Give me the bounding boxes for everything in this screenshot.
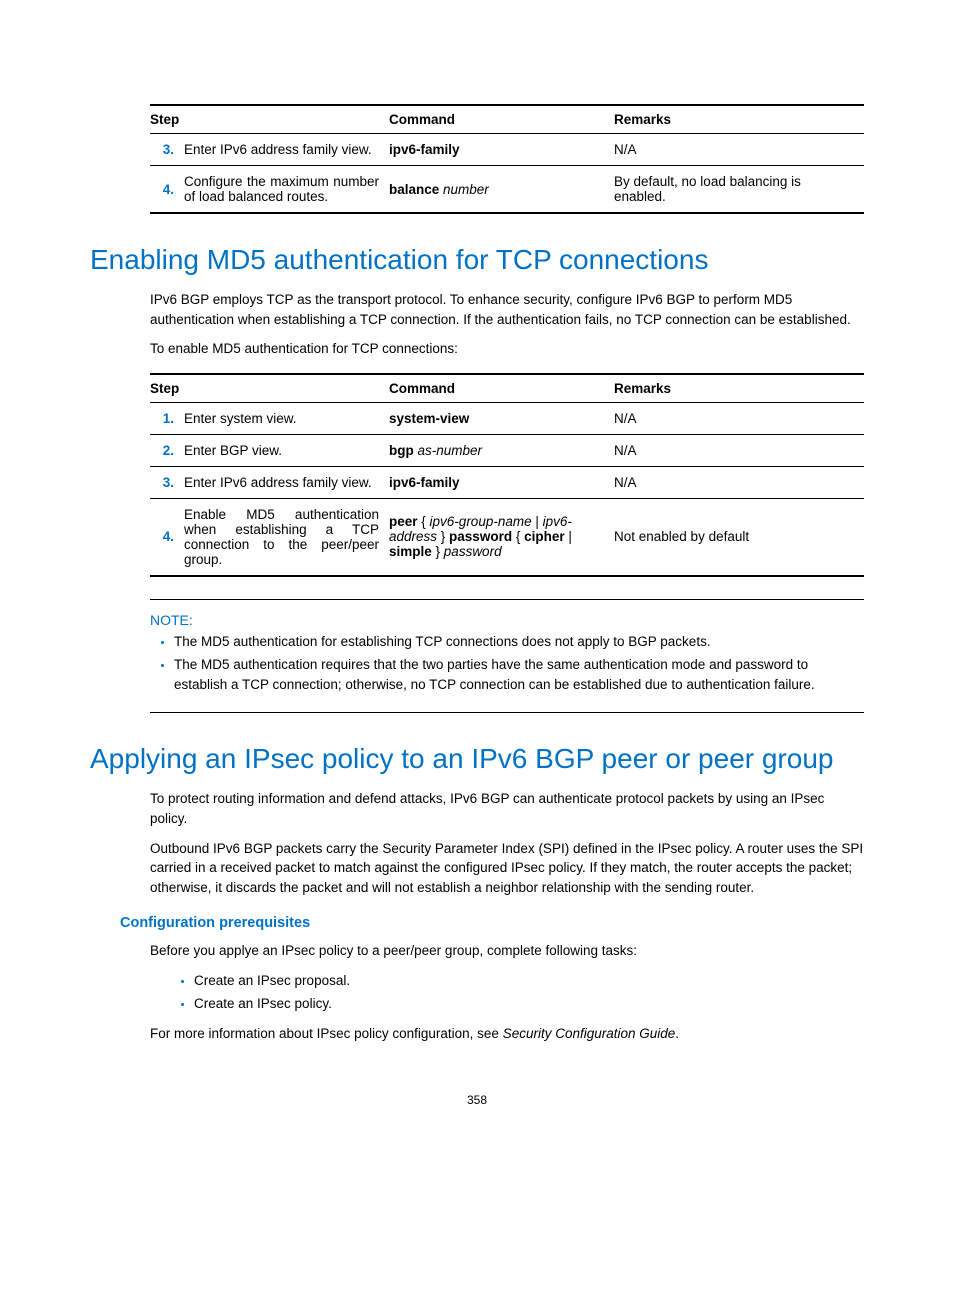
step-command: bgp as-number (389, 434, 614, 466)
th-remarks: Remarks (614, 374, 864, 403)
step-command: ipv6-family (389, 134, 614, 166)
list-item: The MD5 authentication requires that the… (174, 655, 864, 694)
md5-p1: IPv6 BGP employs TCP as the transport pr… (150, 290, 864, 329)
step-command: ipv6-family (389, 466, 614, 498)
page-number: 358 (90, 1093, 864, 1107)
table-row: 2.Enter BGP view.bgp as-numberN/A (150, 434, 864, 466)
table1-wrap: Step Command Remarks 3.Enter IPv6 addres… (150, 104, 864, 214)
heading-md5: Enabling MD5 authentication for TCP conn… (90, 244, 864, 276)
step-remarks: N/A (614, 466, 864, 498)
p4-pre: For more information about IPsec policy … (150, 1026, 503, 1041)
step-remarks: Not enabled by default (614, 498, 864, 576)
step-description: Enable MD5 authentication when establish… (184, 498, 389, 576)
th-step: Step (150, 374, 389, 403)
table-row: 3.Enter IPv6 address family view.ipv6-fa… (150, 134, 864, 166)
prereq-more: For more information about IPsec policy … (150, 1024, 864, 1044)
prereq-intro: Before you applye an IPsec policy to a p… (150, 941, 864, 961)
table2-body: 1.Enter system view.system-viewN/A2.Ente… (150, 402, 864, 576)
p4-em: Security Configuration Guide (503, 1026, 676, 1041)
step-description: Enter BGP view. (184, 434, 389, 466)
list-item: The MD5 authentication for establishing … (174, 632, 864, 652)
p4-post: . (675, 1026, 679, 1041)
step-remarks: By default, no load balancing is enabled… (614, 166, 864, 214)
step-remarks: N/A (614, 134, 864, 166)
list-item: Create an IPsec policy. (194, 994, 864, 1014)
th-command: Command (389, 374, 614, 403)
table2: Step Command Remarks 1.Enter system view… (150, 373, 864, 577)
note-box: NOTE: The MD5 authentication for establi… (150, 599, 864, 714)
step-number: 3. (150, 466, 184, 498)
step-number: 2. (150, 434, 184, 466)
step-description: Configure the maximum number of load bal… (184, 166, 389, 214)
step-command: peer { ipv6-group-name | ipv6-address } … (389, 498, 614, 576)
page: Step Command Remarks 3.Enter IPv6 addres… (0, 0, 954, 1147)
heading-ipsec: Applying an IPsec policy to an IPv6 BGP … (90, 743, 864, 775)
step-description: Enter IPv6 address family view. (184, 134, 389, 166)
th-command: Command (389, 105, 614, 134)
ipsec-p2: Outbound IPv6 BGP packets carry the Secu… (150, 839, 864, 898)
step-number: 1. (150, 402, 184, 434)
th-step: Step (150, 105, 389, 134)
list-item: Create an IPsec proposal. (194, 971, 864, 991)
step-command: balance number (389, 166, 614, 214)
prereq-list: Create an IPsec proposal. Create an IPsec… (150, 971, 864, 1014)
step-remarks: N/A (614, 402, 864, 434)
subhead-prereq: Configuration prerequisites (120, 915, 864, 931)
step-number: 4. (150, 498, 184, 576)
table1: Step Command Remarks 3.Enter IPv6 addres… (150, 104, 864, 214)
step-description: Enter system view. (184, 402, 389, 434)
md5-p2: To enable MD5 authentication for TCP con… (150, 339, 864, 359)
step-number: 3. (150, 134, 184, 166)
ipsec-p1: To protect routing information and defen… (150, 789, 864, 828)
step-description: Enter IPv6 address family view. (184, 466, 389, 498)
note-label: NOTE: (150, 612, 864, 628)
table-row: 3.Enter IPv6 address family view.ipv6-fa… (150, 466, 864, 498)
table-row: 4.Enable MD5 authentication when establi… (150, 498, 864, 576)
table-row: 1.Enter system view.system-viewN/A (150, 402, 864, 434)
th-remarks: Remarks (614, 105, 864, 134)
step-remarks: N/A (614, 434, 864, 466)
table1-body: 3.Enter IPv6 address family view.ipv6-fa… (150, 134, 864, 214)
md5-content: IPv6 BGP employs TCP as the transport pr… (150, 290, 864, 713)
table-row: 4.Configure the maximum number of load b… (150, 166, 864, 214)
step-command: system-view (389, 402, 614, 434)
step-number: 4. (150, 166, 184, 214)
note-list: The MD5 authentication for establishing … (150, 632, 864, 695)
prereq-content: Before you applye an IPsec policy to a p… (150, 941, 864, 1043)
ipsec-content: To protect routing information and defen… (150, 789, 864, 897)
